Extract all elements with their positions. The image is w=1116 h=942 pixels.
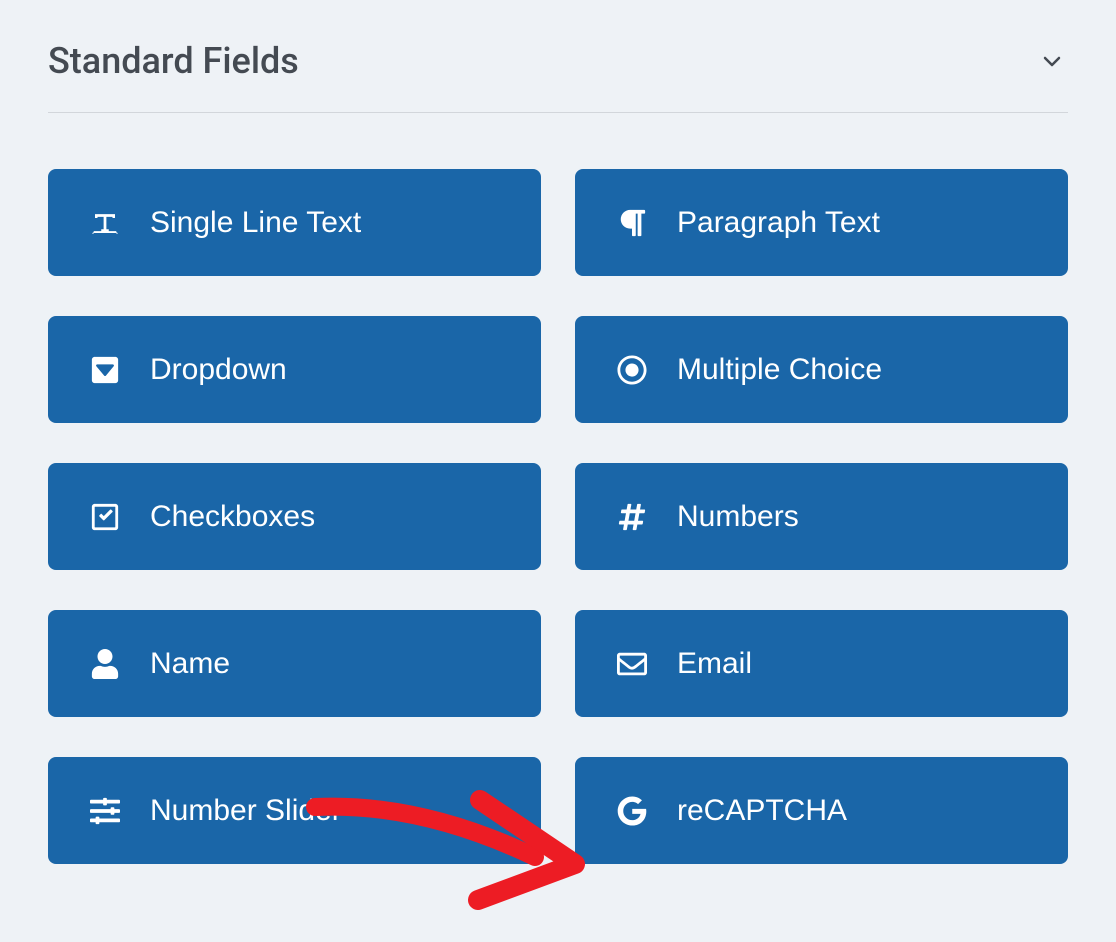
- field-name[interactable]: Name: [48, 610, 541, 717]
- field-number-slider[interactable]: Number Slider: [48, 757, 541, 864]
- section-header: Standard Fields: [48, 20, 1068, 112]
- checkbox-icon: [88, 500, 122, 534]
- chevron-down-icon: [1040, 49, 1064, 73]
- field-label: Numbers: [677, 500, 799, 534]
- radio-icon: [615, 353, 649, 387]
- paragraph-icon: [615, 206, 649, 240]
- collapse-toggle[interactable]: [1036, 45, 1068, 77]
- section-title: Standard Fields: [48, 40, 299, 82]
- field-label: Checkboxes: [150, 500, 315, 534]
- sliders-icon: [88, 794, 122, 828]
- field-label: Dropdown: [150, 353, 287, 387]
- google-icon: [615, 794, 649, 828]
- field-numbers[interactable]: Numbers: [575, 463, 1068, 570]
- field-label: Paragraph Text: [677, 206, 880, 240]
- field-label: Multiple Choice: [677, 353, 882, 387]
- field-label: Name: [150, 647, 230, 681]
- field-dropdown[interactable]: Dropdown: [48, 316, 541, 423]
- field-email[interactable]: Email: [575, 610, 1068, 717]
- field-recaptcha[interactable]: reCAPTCHA: [575, 757, 1068, 864]
- field-paragraph-text[interactable]: Paragraph Text: [575, 169, 1068, 276]
- fields-grid: Single Line Text Paragraph Text Dropdown…: [48, 169, 1068, 864]
- text-icon: [88, 206, 122, 240]
- envelope-icon: [615, 647, 649, 681]
- dropdown-icon: [88, 353, 122, 387]
- divider: [48, 112, 1068, 113]
- field-label: Number Slider: [150, 794, 342, 828]
- field-checkboxes[interactable]: Checkboxes: [48, 463, 541, 570]
- field-multiple-choice[interactable]: Multiple Choice: [575, 316, 1068, 423]
- field-label: reCAPTCHA: [677, 794, 847, 828]
- field-label: Single Line Text: [150, 206, 361, 240]
- field-single-line-text[interactable]: Single Line Text: [48, 169, 541, 276]
- hash-icon: [615, 500, 649, 534]
- field-label: Email: [677, 647, 752, 681]
- person-icon: [88, 647, 122, 681]
